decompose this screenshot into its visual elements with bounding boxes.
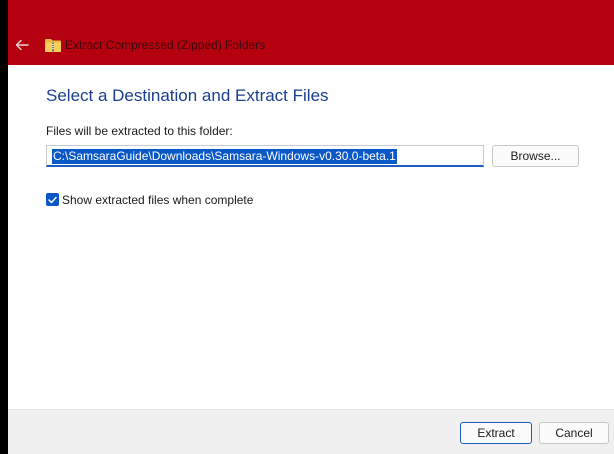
- destination-path-input[interactable]: C:\SamsaraGuide\Downloads\Samsara-Window…: [46, 145, 484, 167]
- extract-dialog: Extract Compressed (Zipped) Folders Sele…: [8, 0, 614, 454]
- cancel-button[interactable]: Cancel: [539, 422, 609, 444]
- window-title: Extract Compressed (Zipped) Folders: [65, 38, 266, 52]
- checkmark-icon: [48, 196, 57, 203]
- zipped-folder-icon: [45, 39, 61, 52]
- back-arrow-icon: [15, 39, 29, 51]
- destination-path-text: C:\SamsaraGuide\Downloads\Samsara-Window…: [52, 149, 397, 164]
- show-extracted-files-checkbox[interactable]: [46, 193, 59, 206]
- show-extracted-files-label[interactable]: Show extracted files when complete: [62, 193, 253, 207]
- back-button[interactable]: [11, 34, 33, 56]
- dialog-heading: Select a Destination and Extract Files: [46, 86, 329, 105]
- destination-label: Files will be extracted to this folder:: [46, 124, 233, 138]
- title-bar: Extract Compressed (Zipped) Folders: [8, 0, 614, 65]
- extract-button[interactable]: Extract: [460, 422, 532, 444]
- browse-button[interactable]: Browse...: [492, 145, 579, 167]
